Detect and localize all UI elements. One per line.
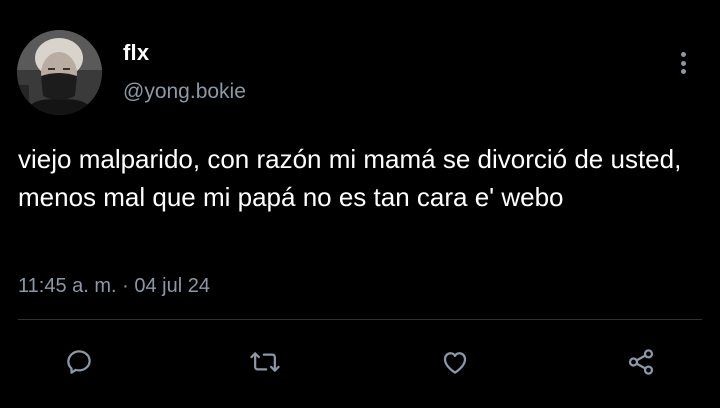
divider (18, 319, 702, 320)
user-handle[interactable]: @yong.bokie (123, 80, 246, 104)
display-name[interactable]: flx (123, 40, 149, 66)
retweet-icon[interactable] (247, 344, 283, 380)
more-vertical-icon[interactable] (672, 48, 694, 78)
tweet-text: viejo malparido, con razón mi mamá se di… (18, 144, 682, 212)
heart-icon[interactable] (437, 344, 473, 380)
tweet-card: flx @yong.bokie viejo malparido, con raz… (0, 0, 720, 408)
more-dot (680, 52, 686, 57)
tweet-timestamp[interactable]: 11:45 a. m. · 04 jul 24 (18, 275, 210, 298)
more-dot (680, 60, 686, 66)
action-bar (0, 340, 720, 386)
more-dot (680, 69, 686, 74)
reply-icon[interactable] (61, 344, 97, 380)
avatar[interactable] (17, 30, 102, 115)
share-icon[interactable] (623, 344, 659, 380)
avatar-image (17, 30, 102, 115)
